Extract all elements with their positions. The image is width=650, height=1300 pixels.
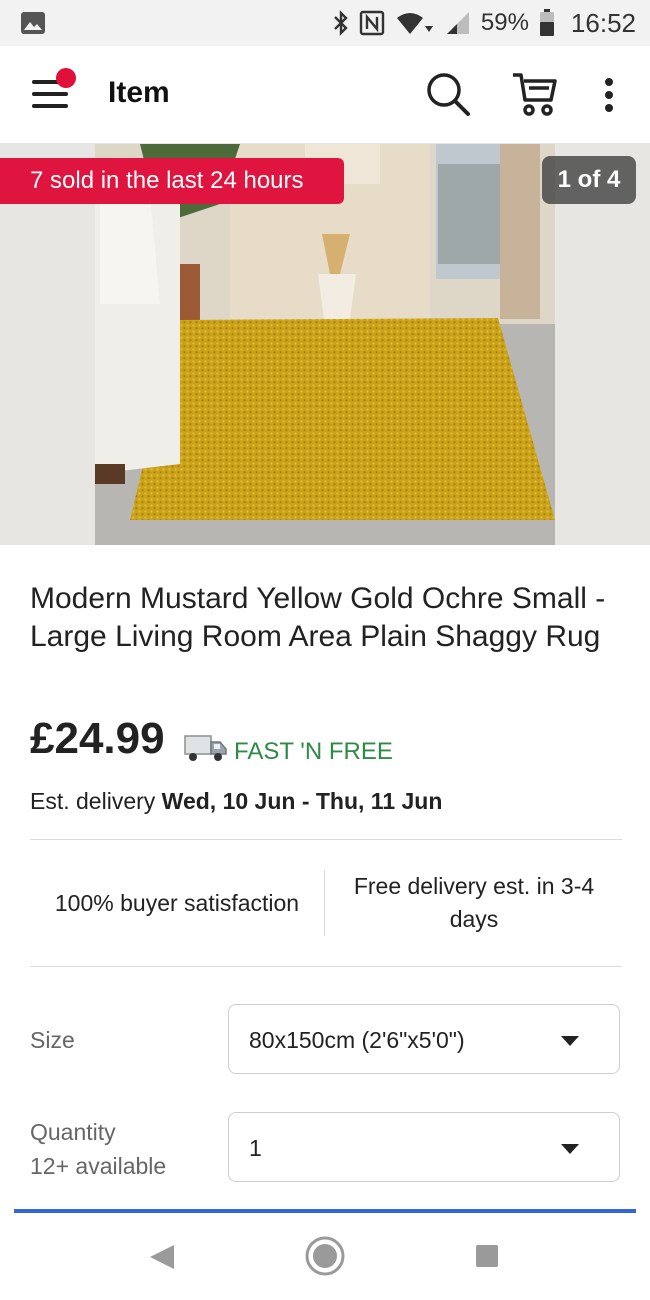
size-label: Size	[30, 1027, 75, 1053]
buyer-satisfaction: 100% buyer satisfaction	[54, 889, 300, 916]
sold-count-badge: 7 sold in the last 24 hours	[0, 158, 344, 204]
notification-dot	[56, 68, 76, 88]
wifi-icon	[395, 10, 435, 36]
item-price: £24.99	[30, 714, 165, 763]
page-title: Item	[108, 76, 170, 109]
cart-icon	[513, 73, 557, 116]
image-icon	[20, 11, 46, 35]
status-bar: 59% 16:52	[0, 0, 650, 46]
app-bar: Item	[0, 46, 650, 144]
estimated-delivery: Est. delivery Wed, 10 Jun - Thu, 11 Jun	[30, 788, 442, 815]
cart-button[interactable]	[510, 70, 560, 118]
highlights-row: 100% buyer satisfaction Free delivery es…	[30, 840, 622, 966]
menu-button[interactable]	[28, 68, 80, 120]
recent-apps-button[interactable]	[476, 1245, 498, 1267]
battery-percent: 59%	[480, 9, 529, 36]
delivery-truck-icon	[184, 732, 228, 764]
product-image[interactable]: 7 sold in the last 24 hours 1 of 4	[0, 144, 650, 545]
size-value: 80x150cm (2'6"x5'0")	[249, 1026, 465, 1053]
bluetooth-icon	[333, 10, 349, 36]
image-counter: 1 of 4	[542, 156, 636, 204]
rug-photo	[0, 144, 650, 545]
highlights-separator	[324, 870, 325, 936]
delivery-dates: Wed, 10 Jun - Thu, 11 Jun	[161, 788, 443, 814]
divider	[30, 966, 622, 967]
quantity-label: Quantity	[30, 1119, 116, 1145]
more-options-button[interactable]	[594, 74, 624, 118]
more-vert-icon	[605, 78, 613, 112]
quantity-select[interactable]: 1	[228, 1112, 620, 1182]
fast-n-free-badge: FAST 'N FREE	[234, 738, 393, 765]
clock: 16:52	[570, 7, 636, 38]
search-button[interactable]	[424, 70, 472, 118]
dropdown-arrow-icon	[561, 1036, 579, 1046]
quantity-value: 1	[249, 1134, 262, 1161]
nfc-icon	[359, 10, 385, 36]
search-icon	[427, 73, 470, 116]
back-button[interactable]	[148, 1243, 176, 1276]
signal-icon	[445, 10, 471, 36]
item-title: Modern Mustard Yellow Gold Ochre Small -…	[30, 582, 606, 653]
battery-icon	[539, 9, 555, 37]
size-select[interactable]: 80x150cm (2'6"x5'0")	[228, 1004, 620, 1074]
delivery-label: Est. delivery	[30, 788, 156, 814]
back-icon	[150, 1245, 174, 1269]
quantity-available: 12+ available	[30, 1153, 167, 1179]
system-nav-bar	[0, 1213, 650, 1300]
dropdown-arrow-icon	[561, 1144, 579, 1154]
home-icon	[305, 1236, 345, 1276]
home-button[interactable]	[304, 1235, 346, 1282]
free-delivery-estimate: Free delivery est. in 3-4 days	[353, 873, 595, 932]
